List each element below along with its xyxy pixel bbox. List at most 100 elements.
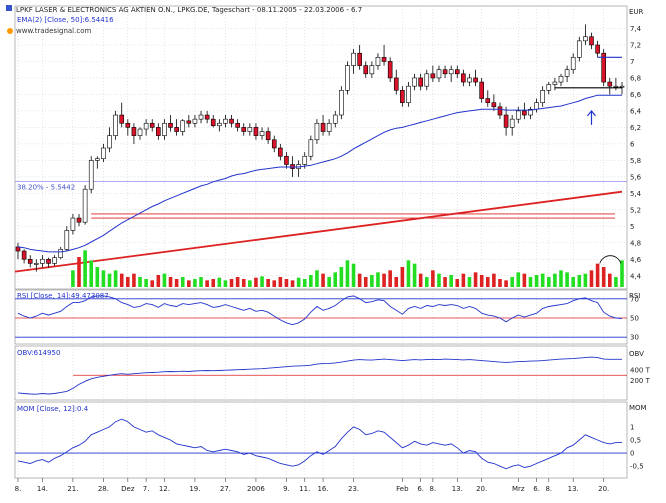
volume-bar (412, 263, 417, 287)
x-tick-label: 8. (430, 485, 437, 493)
candle-body (58, 249, 64, 258)
volume-bar (77, 257, 81, 287)
x-tick-label: 19. (189, 485, 200, 493)
volume-bar (126, 277, 130, 287)
price-tick-label: 7,4 (630, 25, 642, 33)
volume-bar (394, 277, 399, 287)
price-tick-label: 6,8 (630, 74, 641, 82)
candle-body (119, 114, 125, 124)
indicator-tick-label: 50 (630, 315, 639, 323)
volume-bar (248, 280, 252, 287)
price-tick-label: 6,2 (630, 124, 641, 132)
candle-body (393, 77, 399, 91)
candle-body (589, 36, 594, 46)
candle-body (332, 114, 338, 124)
volume-bar (315, 270, 319, 287)
volume-bar (406, 260, 411, 287)
candle-body (607, 81, 613, 87)
candle-body (131, 127, 137, 136)
x-tick-label: 7. (143, 485, 150, 493)
volume-bar (437, 273, 441, 287)
volume-bar (443, 277, 447, 287)
mom-axis-title: MOM (629, 404, 647, 412)
volume-bar (431, 270, 435, 287)
volume-bar (272, 280, 277, 287)
candle-body (52, 257, 57, 264)
candle-body (583, 36, 588, 42)
candle-body (82, 188, 88, 223)
candle-body (442, 69, 448, 75)
price-tick-label: 4,4 (630, 272, 642, 280)
candle-body (400, 90, 405, 103)
candle-body (137, 128, 143, 136)
volume-bar (211, 279, 216, 287)
x-tick-label: 9. (283, 485, 290, 493)
volume-bar (565, 272, 569, 287)
candle-body (314, 122, 320, 141)
volume-bar (553, 273, 557, 287)
chart-window: LPKF LASER & ELECTRONICS AG AKTIEN O.N.,… (0, 0, 666, 499)
volume-bar (595, 263, 600, 287)
volume-bar (357, 273, 362, 287)
volume-bar (382, 273, 386, 287)
volume-bar (235, 277, 240, 287)
volume-bar (205, 280, 209, 287)
x-tick-label: 12. (159, 485, 170, 493)
candle-body (515, 110, 521, 120)
candle-body (552, 81, 558, 85)
candle-body (497, 106, 503, 116)
candle-body (546, 84, 552, 91)
candle-body (369, 65, 375, 75)
x-tick-label: 6. (417, 485, 424, 493)
volume-bar (467, 277, 472, 287)
volume-bar (528, 277, 533, 287)
candle-body (76, 217, 82, 223)
candle-body (40, 258, 45, 264)
volume-bar (607, 273, 612, 287)
candle-body (406, 85, 411, 103)
candle-body (223, 118, 228, 124)
x-tick-label: 27. (220, 485, 231, 493)
candle-body (107, 135, 112, 149)
candle-body (418, 77, 423, 87)
price-tick-label: 7 (630, 58, 634, 66)
volume-bar (193, 279, 197, 287)
x-tick-label: 21. (67, 485, 78, 493)
candle-body (168, 122, 173, 128)
candle-body (204, 114, 210, 120)
candle-body (70, 217, 76, 231)
candle-body (210, 118, 216, 127)
x-tick-label: 14. (37, 485, 48, 493)
candle-body (339, 90, 344, 116)
volume-bar (345, 260, 350, 287)
indicator-tick-label: 0 (630, 450, 634, 458)
candle-body (284, 155, 289, 165)
candle-body (162, 122, 167, 136)
volume-bar (150, 280, 155, 287)
candle-body (143, 122, 149, 130)
candle (345, 61, 350, 95)
volume-bar (510, 277, 514, 287)
x-tick-label: 8. (15, 485, 22, 493)
price-tick-label: 5,6 (630, 173, 642, 181)
candle-body (576, 40, 582, 58)
volume-bar (107, 273, 112, 287)
x-tick-label: 23. (348, 485, 359, 493)
mom-label: MOM [Close, 12]:0.4 (17, 405, 89, 413)
volume-bar (522, 273, 527, 287)
volume-bar (144, 279, 148, 287)
currency-label: EUR (629, 8, 644, 16)
candle-body (509, 118, 515, 128)
volume-bar (400, 267, 405, 287)
candle-body (217, 122, 222, 127)
x-tick-label: 6. (533, 485, 540, 493)
volume-bar (71, 270, 75, 287)
volume-bar (485, 277, 490, 287)
indicator-tick-label: 0,5 (630, 437, 641, 445)
volume-bar (254, 277, 258, 287)
volume-bar (290, 280, 295, 287)
price-tick-label: 4,6 (630, 256, 642, 264)
volume-bar (339, 267, 344, 287)
candle-body (387, 61, 393, 79)
volume-bar (516, 272, 521, 287)
